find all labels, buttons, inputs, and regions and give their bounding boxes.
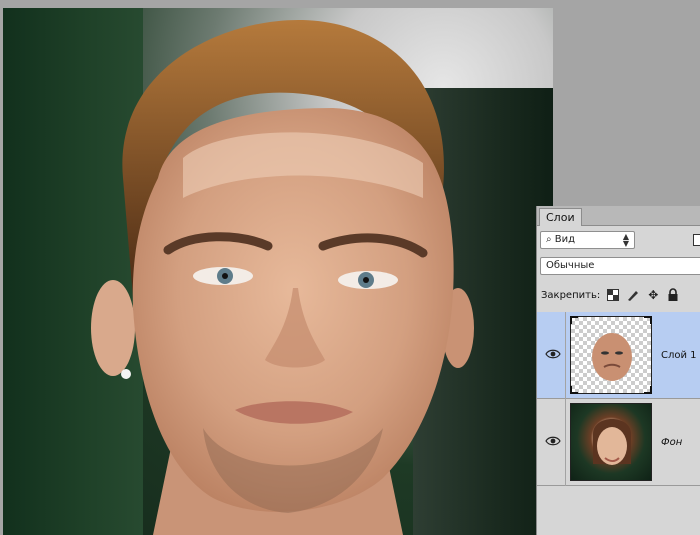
layers-panel-tabbar: Слои bbox=[537, 206, 700, 226]
earring bbox=[121, 369, 131, 379]
blend-mode-value: Обычные bbox=[546, 260, 595, 271]
filter-image-icon[interactable] bbox=[693, 234, 700, 246]
layer-separator bbox=[565, 312, 566, 399]
lock-paint-icon[interactable] bbox=[626, 288, 640, 302]
select-arrows-icon: ▲ ▼ bbox=[622, 232, 629, 248]
lock-transparency-icon[interactable] bbox=[606, 288, 620, 302]
eye-visibility-icon[interactable] bbox=[545, 435, 561, 447]
layer-row-1[interactable]: Слой 1 bbox=[537, 312, 700, 399]
layers-panel: Слои ⌕ Вид ▲ ▼ Обычные Закрепить: ✥ Слой… bbox=[536, 206, 700, 535]
layer-thumbnail-background[interactable] bbox=[570, 403, 652, 481]
layer-name-1[interactable]: Слой 1 bbox=[661, 350, 697, 361]
search-icon: ⌕ bbox=[546, 234, 552, 245]
lock-all-icon[interactable] bbox=[666, 288, 680, 302]
layer-filter-select[interactable]: ⌕ Вид ▲ ▼ bbox=[540, 231, 635, 249]
blend-mode-select[interactable]: Обычные bbox=[540, 257, 700, 275]
tab-layers[interactable]: Слои bbox=[539, 208, 582, 226]
composited-face-image bbox=[91, 19, 474, 535]
lock-label: Закрепить: bbox=[541, 289, 601, 301]
layer-thumbnail-face[interactable] bbox=[570, 316, 652, 394]
photoshop-workspace: Слои ⌕ Вид ▲ ▼ Обычные Закрепить: ✥ Слой… bbox=[0, 0, 700, 535]
eye-visibility-icon[interactable] bbox=[545, 348, 561, 360]
lock-toolbar: Закрепить: ✥ bbox=[541, 288, 680, 302]
layer-separator bbox=[565, 399, 566, 486]
lock-move-icon[interactable]: ✥ bbox=[646, 288, 660, 302]
layer-row-background[interactable]: Фон bbox=[537, 399, 700, 486]
layer-filter-value: Вид bbox=[554, 234, 576, 245]
layers-list: Слой 1 Фон bbox=[537, 312, 700, 486]
document-canvas[interactable] bbox=[3, 8, 553, 535]
left-ear bbox=[91, 280, 135, 376]
layer-name-background[interactable]: Фон bbox=[661, 437, 682, 448]
